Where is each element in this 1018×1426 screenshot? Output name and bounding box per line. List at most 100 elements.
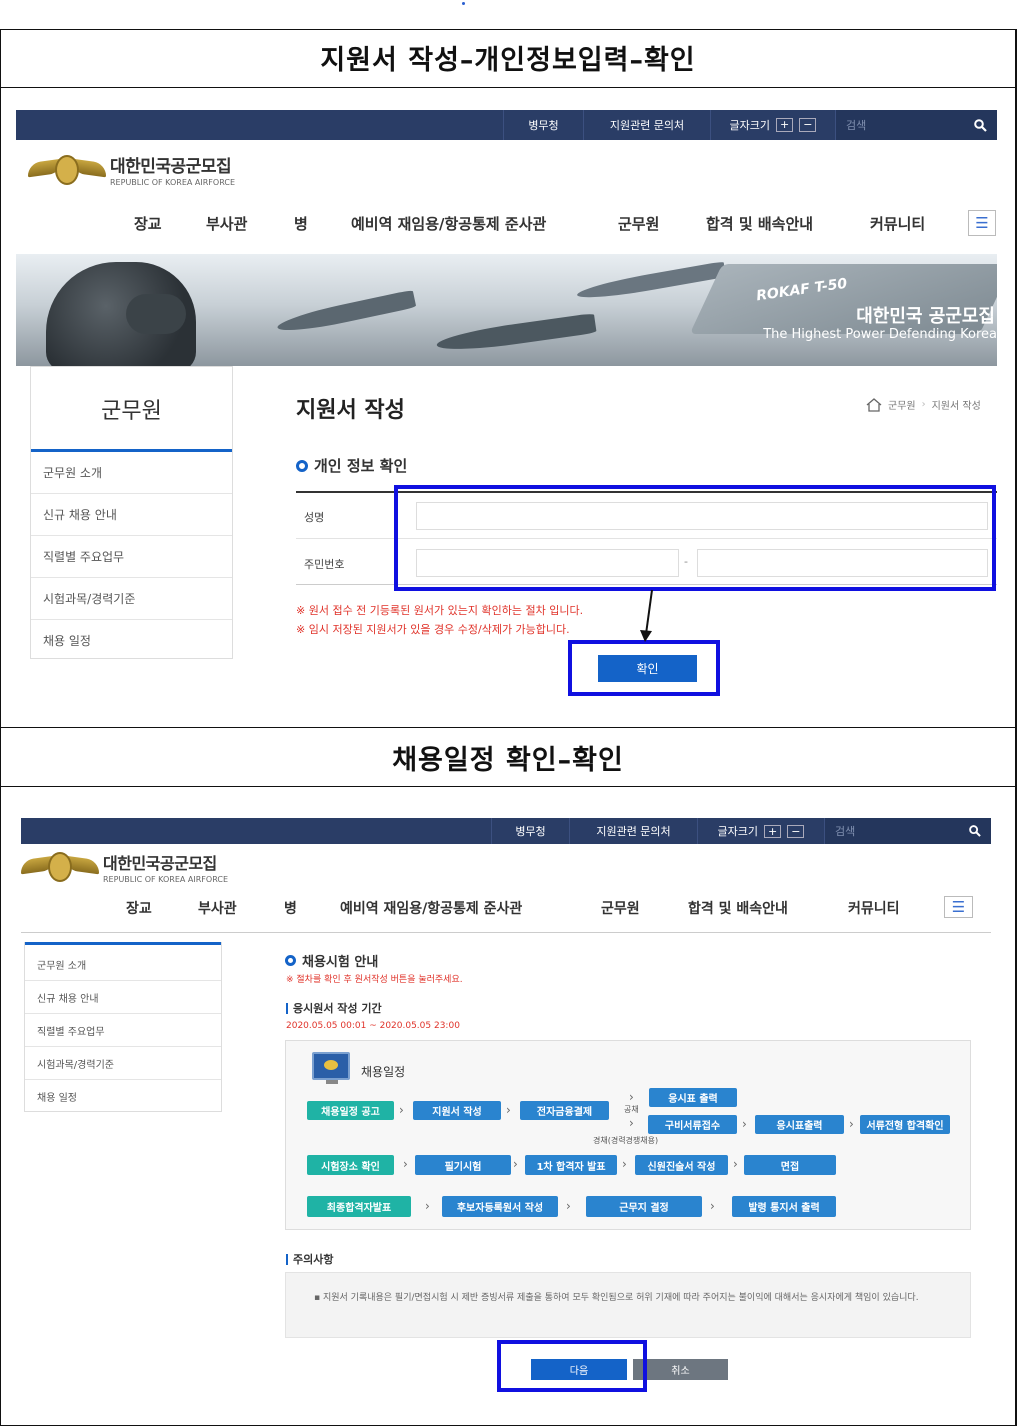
nav-results[interactable]: 합격 및 배속안내 [688, 898, 788, 918]
section-heading-text: 채용시험 안내 [302, 955, 379, 970]
utility-bar: 병무청 지원관련 문의처 글자크기 + − 검색 [16, 110, 997, 140]
step-written-exam: 필기시험 [415, 1155, 511, 1175]
nav-civilian[interactable]: 군무원 [618, 213, 659, 234]
search-placeholder: 검색 [846, 119, 867, 132]
step-application: 지원서 작성 [413, 1101, 501, 1120]
arrow-icon: › [425, 1199, 430, 1213]
airforce-emblem-icon [21, 850, 99, 884]
step-candidate-registration: 후보자등록원서 작성 [442, 1196, 558, 1217]
font-minus-button[interactable]: − [787, 824, 805, 838]
arrow-icon: › [513, 1157, 518, 1171]
breadcrumb-item[interactable]: 군무원 [888, 397, 916, 412]
step-post-assignment: 근무지 결정 [586, 1196, 702, 1217]
highlight-box-inputs [394, 485, 996, 591]
site-logo[interactable]: 대한민국공군모집 REPUBLIC OF KOREA AIRFORCE [21, 850, 228, 884]
logo-subtitle: REPUBLIC OF KOREA AIRFORCE [103, 875, 228, 884]
nav-reserve[interactable]: 예비역 재임용/항공통제 준사관 [340, 898, 522, 918]
sidebar-item-subjects[interactable]: 시험과목/경력기준 [25, 1047, 221, 1080]
sidebar-item-duties[interactable]: 직렬별 주요업무 [31, 536, 232, 578]
font-plus-button[interactable]: + [776, 118, 794, 132]
schedule-title: 채용일정 [361, 1065, 406, 1079]
step-first-results: 1차 합격자 발표 [525, 1155, 617, 1175]
font-minus-button[interactable]: − [799, 118, 817, 132]
cancel-button[interactable]: 취소 [633, 1359, 728, 1380]
arrow-icon: › [566, 1199, 571, 1213]
nav-officer[interactable]: 장교 [134, 213, 162, 234]
sidebar-title: 군무원 [101, 399, 162, 424]
nav-officer[interactable]: 장교 [126, 898, 152, 918]
breadcrumb-item: 지원서 작성 [931, 401, 981, 412]
nav-enlisted[interactable]: 병 [294, 213, 308, 234]
utility-bar: 병무청 지원관련 문의처 글자크기 + − 검색 [21, 818, 991, 844]
nav-community[interactable]: 커뮤니티 [848, 898, 900, 918]
nav-enlisted[interactable]: 병 [284, 898, 297, 918]
step-interview: 면접 [744, 1155, 836, 1175]
logo-title: 대한민국공군모집 [110, 157, 232, 177]
note-1: ※ 원서 접수 전 기등록된 원서가 있는지 확인하는 절차 입니다. [296, 604, 584, 617]
font-size-label: 글자크기 [729, 119, 771, 132]
note-2: ※ 임시 저장된 지원서가 있을 경우 수정/삭제가 가능합니다. [296, 623, 570, 636]
label-resident-id: 주민번호 [304, 558, 345, 571]
nav-nco[interactable]: 부사관 [206, 213, 247, 234]
link-inquiry[interactable]: 지원관련 문의처 [583, 110, 710, 140]
arrow-icon: › [629, 1116, 634, 1130]
caution-text: ▪ 지원서 기록내용은 필기/면접시험 시 제반 증빙서류 제출을 통하여 모두… [314, 1293, 919, 1303]
arrow-icon: › [849, 1117, 854, 1131]
step-background-form: 신원진술서 작성 [635, 1155, 728, 1175]
nav-reserve[interactable]: 예비역 재임용/항공통제 준사관 [351, 213, 546, 234]
link-byeongmu[interactable]: 병무청 [491, 818, 569, 844]
search-input[interactable]: 검색 [824, 818, 991, 844]
highlight-box-confirm [568, 640, 720, 696]
nav-results[interactable]: 합격 및 배속안내 [706, 213, 813, 234]
sidebar-item-recruit[interactable]: 신규 채용 안내 [31, 494, 232, 536]
step-venue-check: 시험장소 확인 [307, 1155, 394, 1175]
logo-title: 대한민국공군모집 [103, 854, 217, 873]
flow-label-career: 경채(경력경쟁채용) [593, 1136, 659, 1145]
arrow-icon: › [622, 1157, 627, 1171]
sidebar-item-schedule[interactable]: 채용 일정 [31, 620, 232, 660]
home-icon[interactable] [866, 397, 882, 412]
nav-civilian[interactable]: 군무원 [601, 898, 640, 918]
arrow-icon: › [399, 1103, 404, 1117]
font-size-label: 글자크기 [717, 825, 759, 838]
search-input[interactable]: 검색 [835, 110, 997, 140]
section-heading: 개인 정보 확인 [296, 455, 407, 476]
link-byeongmu[interactable]: 병무청 [503, 110, 583, 140]
jet-image [435, 312, 597, 356]
sidebar: 군무원 군무원 소개 신규 채용 안내 직렬별 주요업무 시험과목/경력기준 채… [30, 366, 233, 659]
search-icon[interactable] [974, 118, 987, 132]
site-logo[interactable]: 대한민국공군모집 REPUBLIC OF KOREA AIRFORCE [28, 152, 235, 187]
step-final-results: 최종합격자발표 [307, 1196, 411, 1217]
circle-bullet-icon [285, 955, 296, 966]
step-document-pass: 서류전형 합격확인 [860, 1115, 950, 1134]
instruction-text: ※ 절차를 확인 후 원서작성 버튼을 눌러주세요. [286, 975, 463, 985]
menu-icon[interactable]: ☰ [968, 210, 996, 236]
nav-community[interactable]: 커뮤니티 [870, 213, 925, 234]
search-icon[interactable] [969, 825, 981, 837]
step-print-ticket-2: 응시표출력 [755, 1115, 844, 1134]
link-inquiry[interactable]: 지원관련 문의처 [569, 818, 697, 844]
nav-nco[interactable]: 부사관 [198, 898, 237, 918]
arrow-icon: › [403, 1157, 408, 1171]
sidebar-item-intro[interactable]: 군무원 소개 [25, 948, 221, 981]
sidebar-item-duties[interactable]: 직렬별 주요업무 [25, 1014, 221, 1047]
sidebar-item-recruit[interactable]: 신규 채용 안내 [25, 981, 221, 1014]
banner-subtitle: The Highest Power Defending Korea [763, 327, 997, 342]
search-placeholder: 검색 [835, 825, 856, 838]
label-name: 성명 [304, 511, 325, 524]
sidebar-item-schedule[interactable]: 채용 일정 [25, 1080, 221, 1112]
divider [0, 87, 1017, 88]
step-print-ticket: 응시표 출력 [649, 1088, 737, 1107]
caution-title: 주의사항 [286, 1254, 333, 1265]
airforce-emblem-icon [28, 153, 106, 187]
font-size-control: 글자크기 + − [710, 110, 835, 140]
arrow-icon: › [629, 1090, 634, 1104]
menu-icon[interactable]: ☰ [944, 896, 973, 918]
section-heading: 채용시험 안내 [285, 951, 378, 970]
sidebar-item-subjects[interactable]: 시험과목/경력기준 [31, 578, 232, 620]
step-payment: 전자금융결제 [520, 1101, 609, 1120]
decorative-dot [462, 2, 465, 5]
highlight-box-next [497, 1340, 647, 1392]
sidebar-item-intro[interactable]: 군무원 소개 [31, 452, 232, 494]
font-plus-button[interactable]: + [764, 824, 782, 838]
